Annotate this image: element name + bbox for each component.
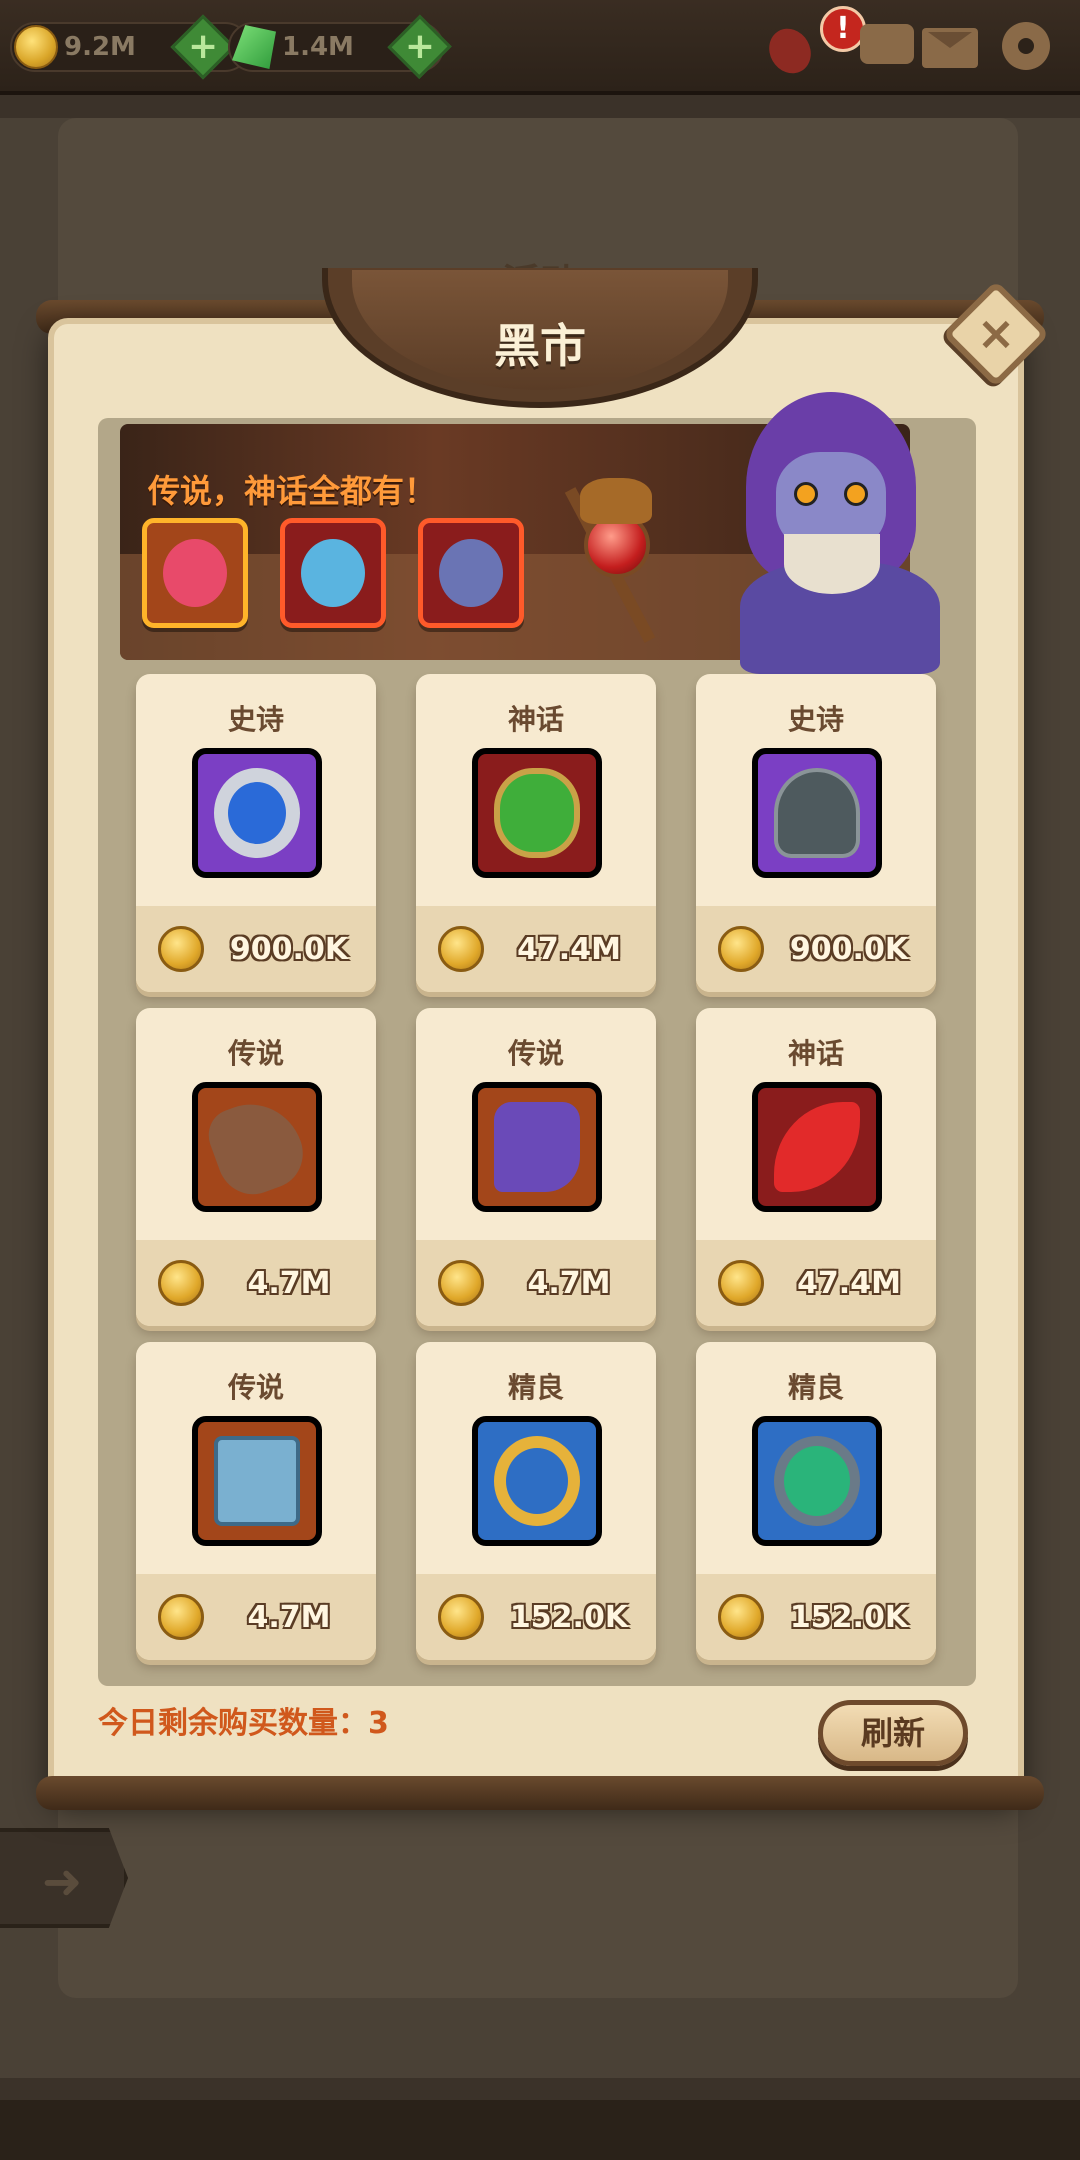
promo-sword-icon xyxy=(280,518,386,628)
arrow-right-icon: ➜ xyxy=(42,1854,83,1910)
item-rarity: 史诗 xyxy=(787,703,844,736)
gold-amount: 9.2M xyxy=(64,32,136,62)
gem-amount: 1.4M xyxy=(282,32,354,62)
scroll-bottom-rod xyxy=(36,1776,1044,1810)
item-price: 47.4M xyxy=(517,932,621,967)
plus-icon: + xyxy=(404,25,435,67)
helmet-icon xyxy=(752,748,882,878)
add-gold-button[interactable]: + xyxy=(170,14,236,80)
gold-counter: 9.2M + xyxy=(10,14,250,80)
gargoyle-icon xyxy=(580,478,652,524)
item-price: 4.7M xyxy=(247,1600,331,1635)
coin-icon xyxy=(438,926,484,972)
promo-staff-icon xyxy=(142,518,248,628)
shop-item-card[interactable]: 史诗 900.0K xyxy=(696,674,936,992)
item-price: 152.0K xyxy=(789,1600,909,1635)
side-expand-button[interactable]: ➜ xyxy=(0,1828,128,1928)
coin-icon xyxy=(718,1594,764,1640)
boot-icon xyxy=(472,1082,602,1212)
coin-icon xyxy=(158,1260,204,1306)
dialog-title: 黑市 xyxy=(494,319,586,373)
chat-icon[interactable] xyxy=(856,14,918,76)
glove-icon xyxy=(192,1082,322,1212)
item-price: 152.0K xyxy=(509,1600,629,1635)
mail-icon[interactable] xyxy=(918,14,980,76)
shop-item-card[interactable]: 精良 152.0K xyxy=(416,1342,656,1660)
plus-icon: + xyxy=(187,25,219,67)
remaining-purchases-label: 今日剩余购买数量：3 xyxy=(98,1706,389,1741)
ring-icon xyxy=(192,748,322,878)
coin-icon xyxy=(718,1260,764,1306)
shop-item-card[interactable]: 史诗 900.0K xyxy=(136,674,376,992)
coin-icon xyxy=(158,1594,204,1640)
item-rarity: 神话 xyxy=(507,703,564,736)
merchant-wizard-character xyxy=(724,392,964,674)
shop-item-card[interactable]: 传说 4.7M xyxy=(416,1008,656,1326)
item-rarity: 精良 xyxy=(787,1371,844,1404)
item-price: 900.0K xyxy=(229,932,349,967)
close-icon: × xyxy=(976,306,1016,360)
promo-text: 传说，神话全都有！ xyxy=(148,472,437,510)
armor-icon xyxy=(472,748,602,878)
book-icon xyxy=(192,1416,322,1546)
shop-item-card[interactable]: 传说 4.7M xyxy=(136,1342,376,1660)
gear-icon[interactable] xyxy=(994,14,1056,76)
item-price: 47.4M xyxy=(797,1266,901,1301)
item-price: 900.0K xyxy=(789,932,909,967)
bottom-strip xyxy=(0,2100,1080,2160)
gem-counter: 1.4M + xyxy=(228,14,452,80)
coin-icon xyxy=(438,1594,484,1640)
shop-item-card[interactable]: 神话 47.4M xyxy=(696,1008,936,1326)
gold-coin-icon xyxy=(14,25,58,69)
gold-ring-icon xyxy=(472,1416,602,1546)
blade-icon xyxy=(752,1082,882,1212)
promo-armor-icon xyxy=(418,518,524,628)
chili-event-icon[interactable] xyxy=(761,14,826,81)
item-price: 4.7M xyxy=(247,1266,331,1301)
coin-icon xyxy=(158,926,204,972)
item-rarity: 传说 xyxy=(227,1371,284,1404)
coin-icon xyxy=(718,926,764,972)
item-rarity: 传说 xyxy=(227,1037,284,1070)
green-gem-icon xyxy=(232,25,276,69)
item-price: 4.7M xyxy=(527,1266,611,1301)
shop-item-card[interactable]: 传说 4.7M xyxy=(136,1008,376,1326)
item-rarity: 传说 xyxy=(507,1037,564,1070)
item-rarity: 史诗 xyxy=(227,703,284,736)
shop-item-card[interactable]: 精良 152.0K xyxy=(696,1342,936,1660)
coin-icon xyxy=(438,1260,484,1306)
shop-item-card[interactable]: 神话 47.4M xyxy=(416,674,656,992)
top-resource-bar: 9.2M + 1.4M + ! xyxy=(0,0,1080,95)
amulet-icon xyxy=(752,1416,882,1546)
item-rarity: 神话 xyxy=(787,1037,844,1070)
refresh-button[interactable]: 刷新 xyxy=(818,1700,968,1766)
add-gems-button[interactable]: + xyxy=(386,14,452,80)
item-rarity: 精良 xyxy=(507,1371,564,1404)
